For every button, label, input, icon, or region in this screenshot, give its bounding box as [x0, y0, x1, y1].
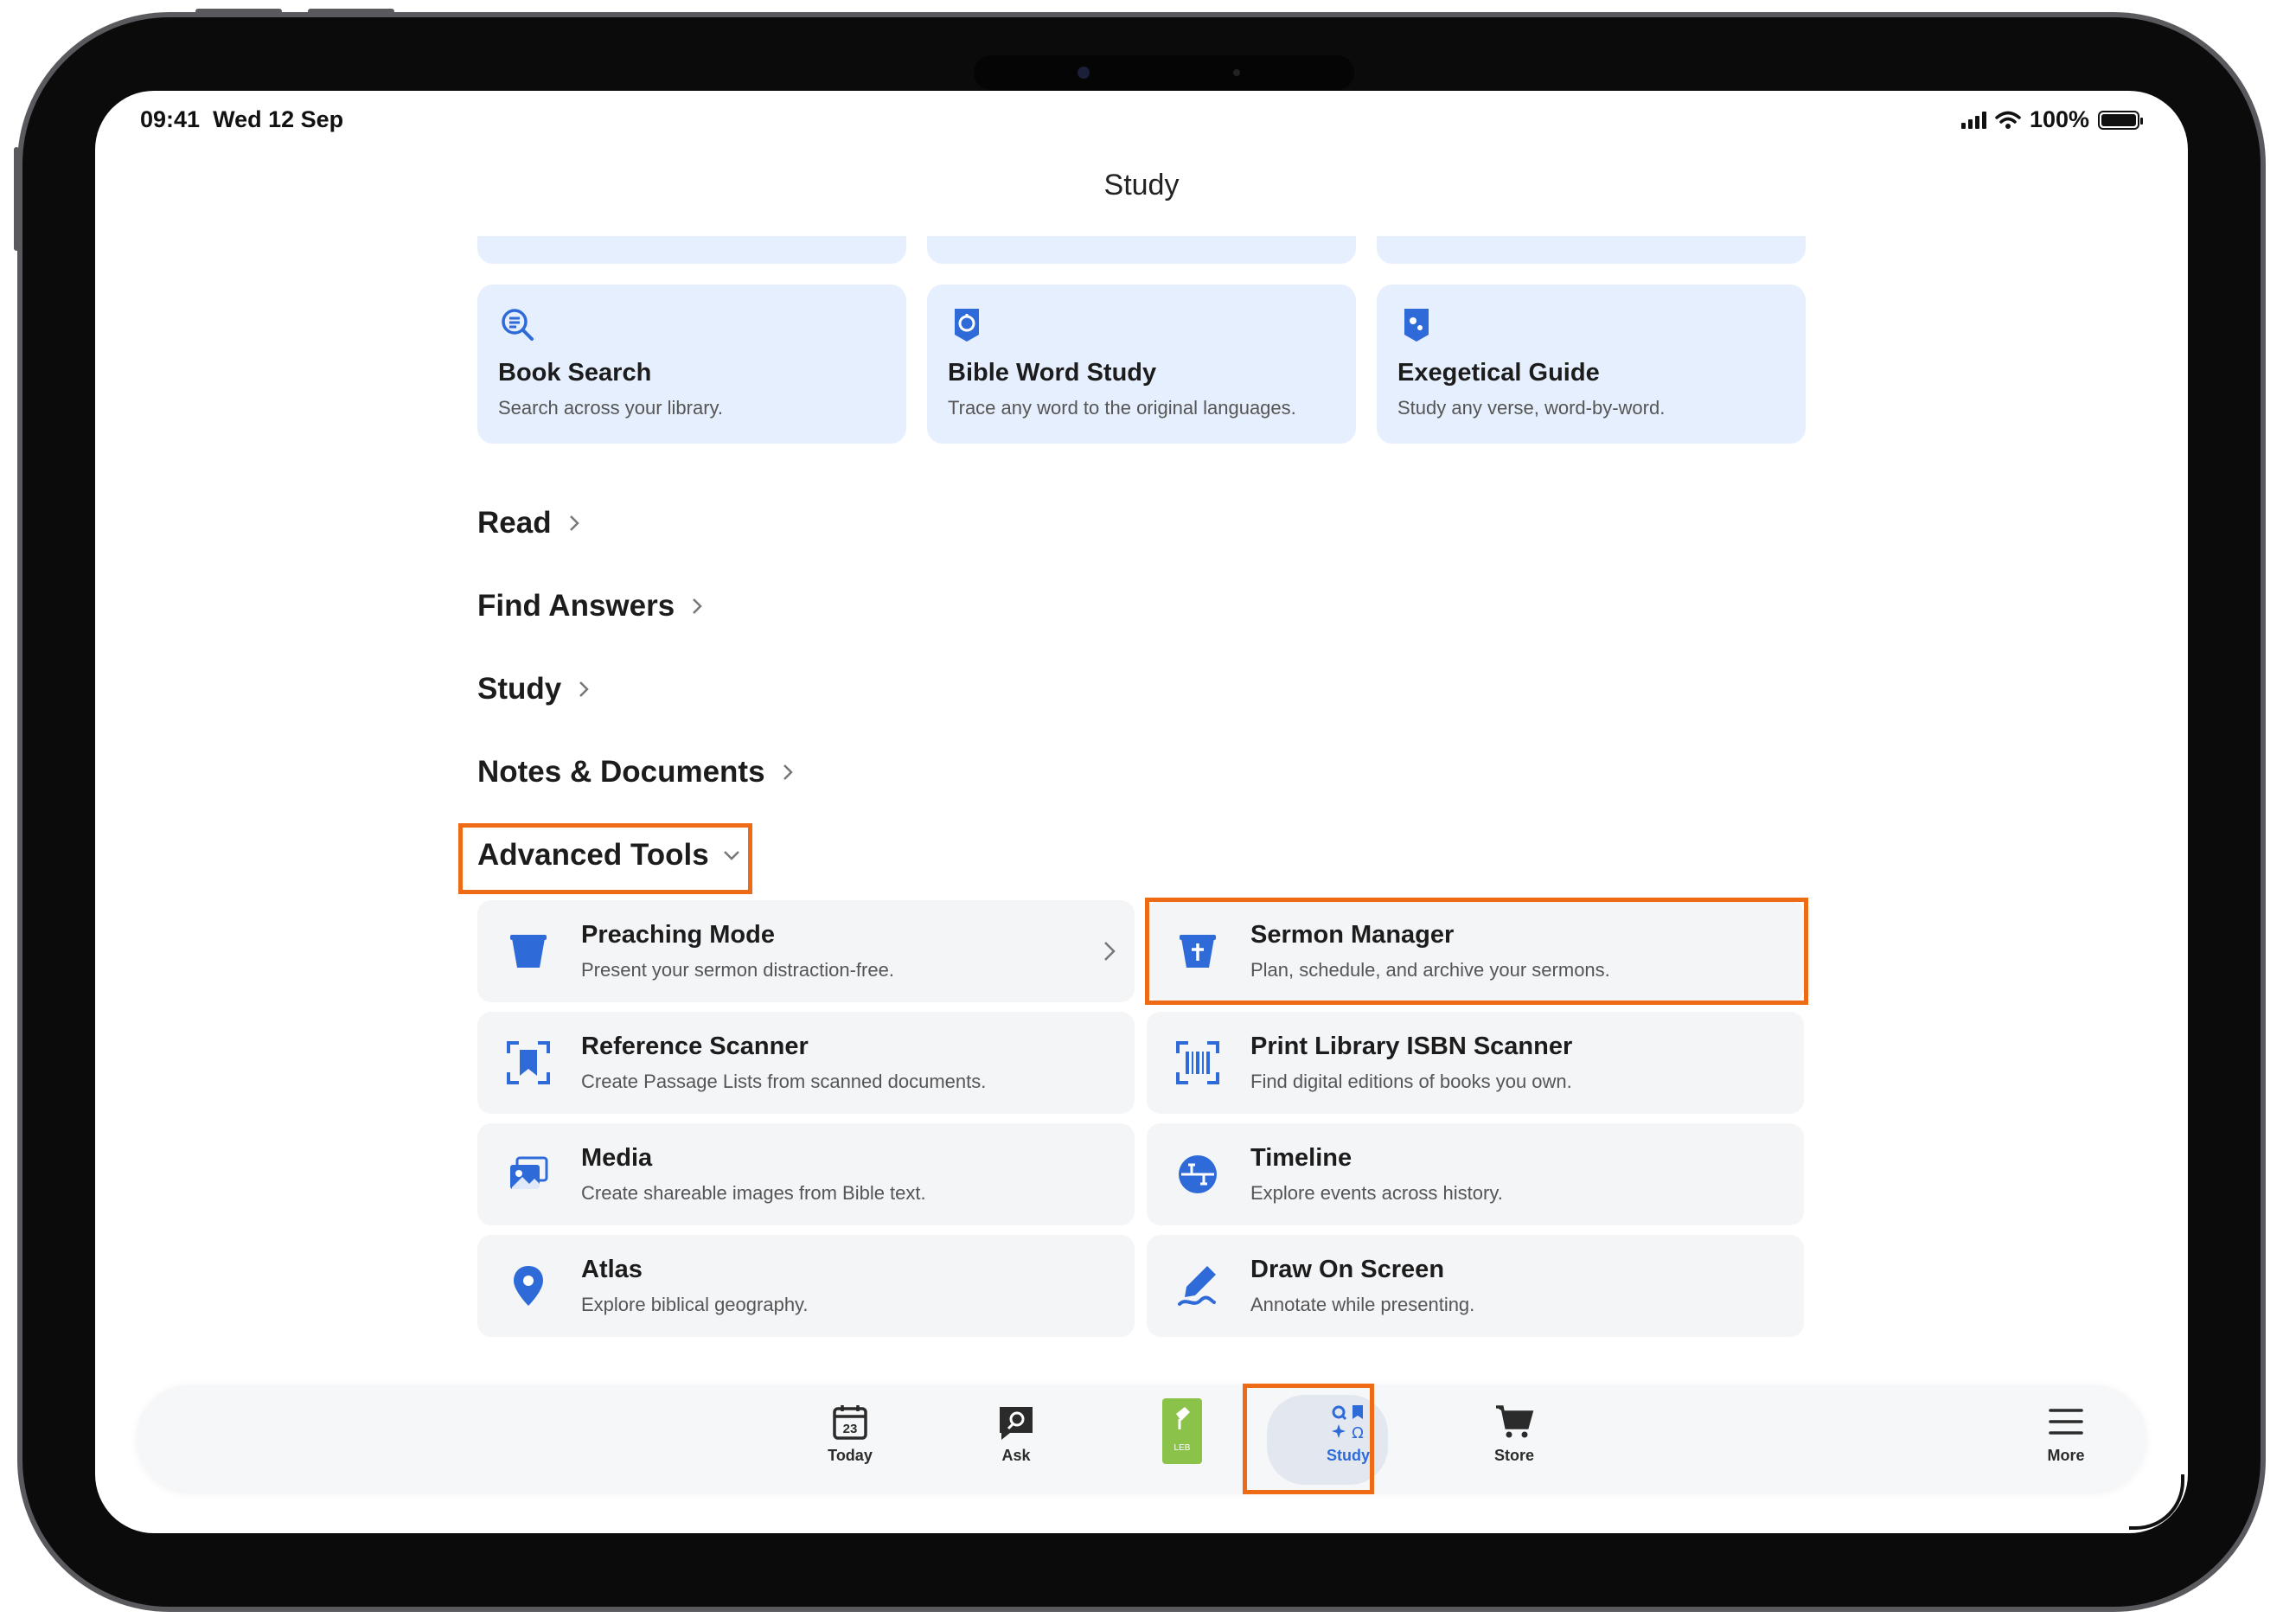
tab-store[interactable]: Store	[1467, 1402, 1562, 1480]
top-button-2	[308, 9, 394, 14]
tool-subtitle: Create shareable images from Bible text.	[581, 1182, 926, 1204]
image-stack-icon	[510, 1156, 548, 1189]
tool-title: Draw On Screen	[1250, 1256, 1445, 1283]
section-study[interactable]: Study	[477, 672, 594, 707]
card-title: Book Search	[498, 359, 652, 387]
card-title: Bible Word Study	[948, 359, 1157, 387]
bible-book-icon: LEB	[1162, 1398, 1202, 1464]
tool-title: Atlas	[581, 1256, 643, 1283]
tab-label: Ask	[1001, 1447, 1031, 1464]
highlight-advanced-tools	[458, 823, 752, 894]
tool-atlas[interactable]: Atlas Explore biblical geography.	[477, 1235, 1135, 1337]
section-notes-documents[interactable]: Notes & Documents	[477, 755, 798, 790]
calendar-icon: 23	[833, 1405, 867, 1440]
timeline-icon	[1179, 1155, 1217, 1193]
chevron-right-icon	[693, 598, 702, 614]
top-button	[195, 9, 282, 14]
calendar-day: 23	[843, 1422, 858, 1436]
tab-ask[interactable]: Ask	[969, 1402, 1064, 1480]
tool-subtitle: Present your sermon distraction-free.	[581, 959, 894, 981]
tool-timeline[interactable]: Timeline Explore events across history.	[1147, 1123, 1804, 1225]
section-label: Find Answers	[477, 589, 675, 623]
card-partial[interactable]	[927, 236, 1356, 264]
card-partial[interactable]	[1377, 236, 1806, 264]
svg-text:Ω: Ω	[1352, 1424, 1364, 1442]
tool-title: Preaching Mode	[581, 921, 775, 949]
menu-icon	[2049, 1409, 2083, 1435]
pulpit-icon	[510, 935, 547, 968]
tool-title: Print Library ISBN Scanner	[1250, 1033, 1573, 1060]
bible-version: LEB	[1174, 1443, 1191, 1453]
section-find-answers[interactable]: Find Answers	[477, 589, 707, 623]
card-subtitle: Search across your library.	[498, 397, 724, 419]
tab-label: Study	[1326, 1447, 1370, 1464]
cellular-signal-icon	[1960, 111, 1986, 129]
status-time-date: 09:41 Wed 12 Sep	[140, 106, 343, 133]
card-exegetical-guide[interactable]: Exegetical Guide Study any verse, word-b…	[1377, 285, 1806, 444]
tab-label: Today	[828, 1447, 873, 1464]
barcode-scan-icon	[1176, 1041, 1219, 1084]
tool-title: Reference Scanner	[581, 1033, 809, 1060]
section-label: Read	[477, 506, 552, 540]
exegetical-guide-icon	[1404, 309, 1429, 342]
study-tools-icon: Ω	[1332, 1405, 1364, 1442]
tool-subtitle: Explore biblical geography.	[581, 1294, 809, 1315]
tab-more[interactable]: More	[2018, 1402, 2114, 1480]
tab-label: Store	[1493, 1447, 1534, 1464]
tool-subtitle: Explore events across history.	[1250, 1182, 1503, 1204]
tab-bar: 23 Today Ask LEB Ω Study Store More	[137, 1384, 2146, 1492]
volume-button	[14, 147, 19, 251]
word-study-icon	[955, 309, 979, 342]
chevron-right-icon	[783, 764, 793, 780]
pen-draw-icon	[1178, 1266, 1216, 1306]
card-subtitle: Study any verse, word-by-word.	[1397, 397, 1666, 419]
section-read[interactable]: Read	[477, 506, 585, 540]
scan-bookmark-icon	[507, 1041, 550, 1084]
tool-subtitle: Create Passage Lists from scanned docume…	[581, 1071, 987, 1092]
map-pin-icon	[514, 1266, 543, 1306]
chevron-right-icon	[569, 515, 579, 531]
card-subtitle: Trace any word to the original languages…	[948, 397, 1296, 419]
tool-subtitle: Annotate while presenting.	[1250, 1294, 1475, 1315]
app-screen: 09:41 Wed 12 Sep 100% Study Book Search …	[95, 91, 2188, 1533]
ask-search-icon	[1000, 1407, 1033, 1440]
tab-bible[interactable]: LEB	[1135, 1398, 1230, 1480]
card-partial[interactable]	[477, 236, 906, 264]
chevron-right-icon	[1104, 942, 1116, 961]
card-bible-word-study[interactable]: Bible Word Study Trace any word to the o…	[927, 285, 1356, 444]
search-icon	[502, 309, 534, 341]
tab-label: More	[2047, 1447, 2085, 1464]
tool-title: Media	[581, 1144, 653, 1172]
card-book-search[interactable]: Book Search Search across your library.	[477, 285, 906, 444]
page-title: Study	[1103, 169, 1180, 201]
status-indicators: 100%	[1960, 106, 2143, 133]
status-time: 09:41	[140, 106, 201, 132]
battery-icon	[2098, 110, 2143, 130]
tool-title: Timeline	[1250, 1144, 1353, 1172]
tool-reference-scanner[interactable]: Reference Scanner Create Passage Lists f…	[477, 1012, 1135, 1114]
cart-icon	[1496, 1405, 1534, 1438]
highlight-sermon-manager	[1145, 898, 1808, 1005]
tab-study[interactable]: Ω Study	[1301, 1402, 1396, 1480]
sensor	[1233, 69, 1240, 76]
chevron-right-icon	[579, 681, 590, 697]
tool-preaching-mode[interactable]: Preaching Mode Present your sermon distr…	[477, 900, 1135, 1002]
section-label: Study	[477, 672, 562, 706]
section-label: Notes & Documents	[477, 755, 765, 789]
card-title: Exegetical Guide	[1397, 359, 1600, 387]
battery-percent: 100%	[2029, 106, 2089, 132]
tool-draw-on-screen[interactable]: Draw On Screen Annotate while presenting…	[1147, 1235, 1804, 1337]
camera-lens	[1078, 67, 1090, 79]
tool-subtitle: Find digital editions of books you own.	[1250, 1071, 1572, 1092]
tab-today[interactable]: 23 Today	[803, 1402, 898, 1480]
camera-housing	[974, 55, 1354, 90]
tool-isbn-scanner[interactable]: Print Library ISBN Scanner Find digital …	[1147, 1012, 1804, 1114]
wifi-icon	[1995, 111, 2021, 129]
status-date: Wed 12 Sep	[213, 106, 344, 132]
tool-media[interactable]: Media Create shareable images from Bible…	[477, 1123, 1135, 1225]
